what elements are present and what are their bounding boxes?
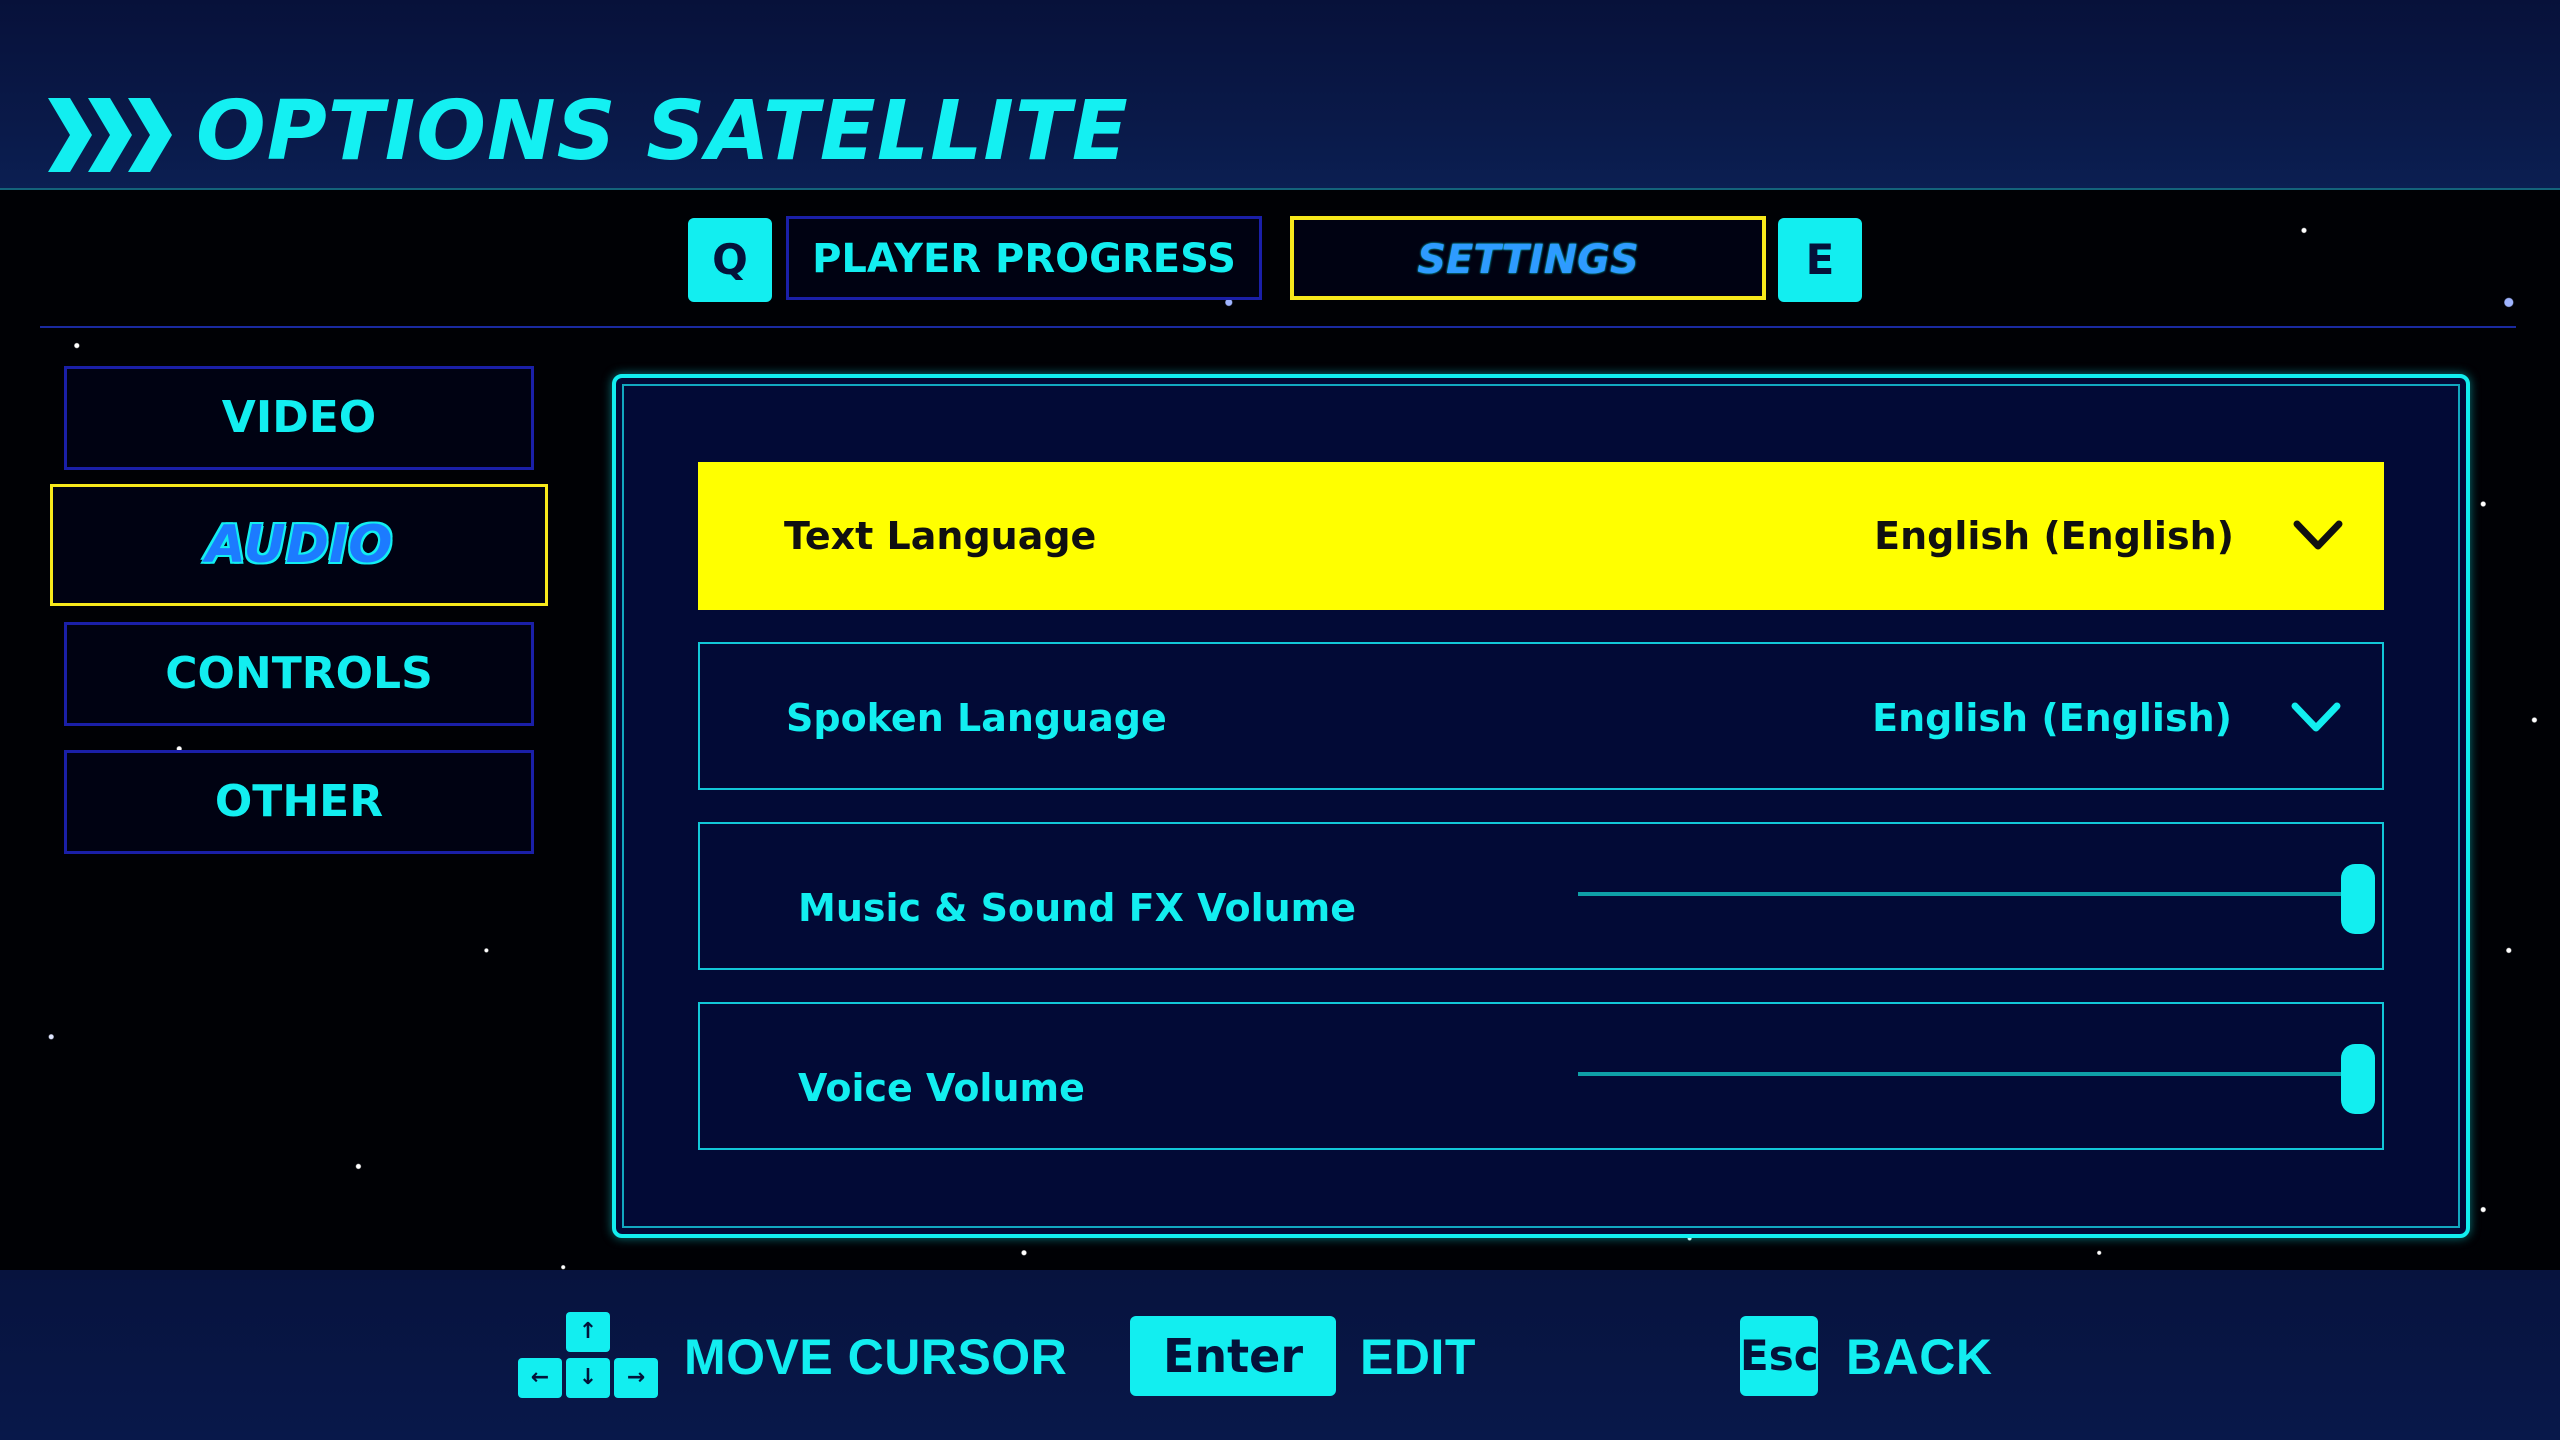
volume-slider-handle[interactable]: [2341, 1044, 2375, 1114]
sidebar-item-audio[interactable]: AUDIO: [50, 484, 548, 606]
setting-label: Spoken Language: [786, 696, 1167, 740]
sidebar-item-video[interactable]: VIDEO: [64, 366, 534, 470]
tab-player-progress[interactable]: PLAYER PROGRESS: [786, 216, 1262, 300]
page-title: OPTIONS SATELLITE: [196, 84, 1129, 179]
dropdown-value[interactable]: English (English): [1874, 462, 2234, 610]
move-cursor-hint: MOVE CURSOR: [684, 1329, 1068, 1385]
setting-label: Music & Sound FX Volume: [798, 886, 1357, 930]
setting-row-voice-volume[interactable]: Voice Volume: [698, 1002, 2384, 1150]
enter-key[interactable]: Enter: [1130, 1316, 1336, 1396]
setting-row-text-language[interactable]: Text Language English (English): [698, 462, 2384, 610]
setting-label: Text Language: [784, 514, 1097, 558]
volume-slider-handle[interactable]: [2341, 864, 2375, 934]
prev-tab-key[interactable]: Q: [688, 218, 772, 302]
tab-settings[interactable]: SETTINGS: [1290, 216, 1766, 300]
arrow-left-key: ←: [518, 1358, 562, 1398]
setting-label: Voice Volume: [798, 1066, 1085, 1110]
setting-row-music-volume[interactable]: Music & Sound FX Volume: [698, 822, 2384, 970]
edit-hint: EDIT: [1360, 1329, 1476, 1385]
chevron-down-icon[interactable]: [2292, 516, 2344, 556]
chevron-down-icon[interactable]: [2290, 698, 2342, 738]
arrow-up-key: ↑: [566, 1312, 610, 1352]
setting-row-spoken-language[interactable]: Spoken Language English (English): [698, 642, 2384, 790]
header-bar: OPTIONS SATELLITE: [0, 0, 2560, 190]
triple-chevron-right-icon: [48, 98, 172, 172]
volume-slider-track[interactable]: [1578, 892, 2358, 896]
volume-slider-track[interactable]: [1578, 1072, 2358, 1076]
dropdown-value[interactable]: English (English): [1872, 644, 2232, 792]
arrow-right-key: →: [614, 1358, 658, 1398]
esc-key[interactable]: Esc: [1740, 1316, 1819, 1396]
back-hint: BACK: [1846, 1329, 1993, 1385]
tab-divider: [40, 326, 2516, 328]
sidebar-item-other[interactable]: OTHER: [64, 750, 534, 854]
next-tab-key[interactable]: E: [1778, 218, 1862, 302]
sidebar-item-controls[interactable]: CONTROLS: [64, 622, 534, 726]
arrow-down-key: ↓: [566, 1358, 610, 1398]
